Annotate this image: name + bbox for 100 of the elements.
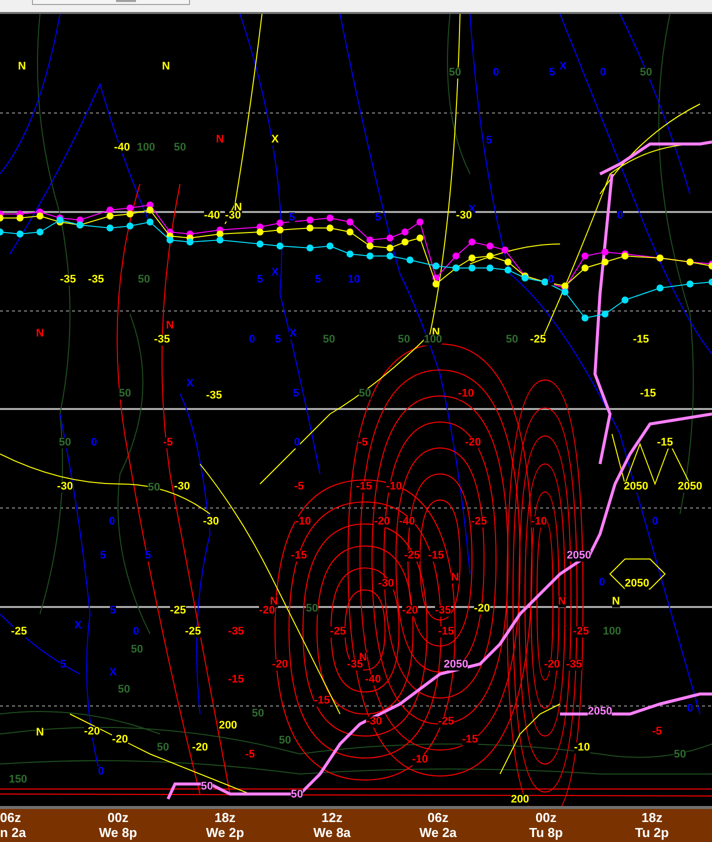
contour-label: -25 bbox=[11, 626, 27, 638]
contour-label: N bbox=[162, 62, 170, 72]
contour-label: 5 bbox=[314, 274, 322, 286]
contour-label: -15 bbox=[291, 550, 307, 562]
contour-label: X bbox=[109, 668, 117, 678]
contour-label: -20 bbox=[84, 726, 100, 738]
contour-label: 0 bbox=[686, 704, 694, 714]
contour-label: -35 bbox=[88, 274, 104, 286]
contour-label: 50 bbox=[506, 334, 518, 346]
contour-label: 50 bbox=[398, 334, 410, 346]
contour-label: -5 bbox=[245, 750, 255, 760]
contour-label: 100 bbox=[602, 626, 622, 638]
contour-label: 50 bbox=[200, 782, 214, 792]
contour-label: -30 bbox=[203, 516, 219, 528]
contour-label: 200 bbox=[218, 720, 238, 732]
time-label: 00z bbox=[536, 810, 556, 825]
contour-label: -15 bbox=[633, 334, 649, 346]
contour-label: N bbox=[451, 572, 459, 584]
contour-label: -40 bbox=[204, 210, 220, 222]
contour-label: 50 bbox=[130, 644, 144, 656]
contour-label: 50 bbox=[358, 388, 372, 400]
contour-label: -20 bbox=[112, 734, 128, 746]
contour-label: 2050 bbox=[624, 578, 650, 590]
contour-label: 50 bbox=[156, 742, 170, 754]
contour-label: 5 bbox=[100, 550, 106, 562]
contour-label: -35 bbox=[347, 660, 363, 670]
contour-label: -5 bbox=[163, 438, 173, 448]
contour-label: 2050 bbox=[566, 550, 592, 562]
contour-label: -25 bbox=[471, 516, 487, 528]
contour-label: 0 bbox=[98, 766, 104, 778]
contour-label: -20 bbox=[192, 742, 208, 754]
contour-label: 100 bbox=[136, 142, 156, 154]
contour-label: 0 bbox=[600, 68, 606, 78]
contour-label: 0 bbox=[90, 438, 98, 448]
contour-label: -5 bbox=[294, 482, 304, 492]
contour-label: -40 bbox=[114, 142, 130, 154]
contour-label: 50 bbox=[640, 68, 652, 78]
time-label: 18z bbox=[214, 810, 236, 825]
contour-label: -20 bbox=[465, 438, 481, 448]
contour-label: -15 bbox=[462, 734, 478, 746]
contour-label: 2050 bbox=[624, 482, 648, 492]
contour-label: X bbox=[271, 134, 279, 146]
contour-label: N bbox=[18, 62, 26, 72]
day-label: We 2p bbox=[206, 825, 244, 840]
contour-label: 5 bbox=[288, 212, 296, 224]
contour-label: -5 bbox=[358, 438, 368, 448]
contour-label: -30 bbox=[456, 210, 472, 222]
contour-label: -10 bbox=[574, 742, 590, 754]
contour-label: 10 bbox=[348, 274, 360, 286]
contour-label: 0 bbox=[598, 578, 606, 588]
contour-label: 5 bbox=[60, 660, 66, 670]
contour-label: -10 bbox=[412, 754, 428, 766]
day-label: Tu 8p bbox=[529, 825, 563, 840]
contour-label: 50 bbox=[448, 68, 462, 78]
contour-label: 2050 bbox=[444, 660, 468, 670]
contour-label: 0 bbox=[294, 438, 300, 448]
contour-label: 0 bbox=[652, 516, 658, 528]
contour-label: N bbox=[36, 728, 44, 738]
contour-label: 50 bbox=[278, 736, 292, 746]
contour-label: -5 bbox=[652, 726, 662, 738]
contour-label: X bbox=[559, 62, 567, 72]
contour-label: 5 bbox=[548, 68, 556, 78]
contour-label: -25 bbox=[438, 716, 454, 728]
contour-label: -30 bbox=[366, 716, 382, 728]
contour-label: X bbox=[271, 268, 279, 278]
contour-label: 5 bbox=[486, 136, 492, 146]
contour-label: 5 bbox=[292, 388, 300, 400]
contour-label: -35 bbox=[154, 334, 170, 346]
contour-label: -25 bbox=[170, 606, 186, 616]
contour-label: -20 bbox=[544, 660, 560, 670]
contour-label: 50 bbox=[252, 708, 264, 720]
time-label: 18z bbox=[642, 810, 662, 825]
contour-label: -15 bbox=[356, 482, 372, 492]
contour-label: 50 bbox=[174, 142, 186, 154]
day-label: We 8p bbox=[98, 825, 138, 840]
contour-label: 50 bbox=[306, 604, 318, 614]
contour-label: 0 bbox=[616, 210, 624, 222]
contour-label: -25 bbox=[404, 550, 420, 562]
contour-label: -25 bbox=[185, 626, 201, 638]
contour-label: -10 bbox=[386, 482, 402, 492]
contour-label: N bbox=[612, 596, 620, 608]
contour-label: -40 bbox=[399, 516, 415, 528]
contour-label: 5 bbox=[374, 212, 382, 224]
contour-label: X bbox=[186, 378, 194, 390]
scroll-handle[interactable] bbox=[116, 0, 136, 2]
contour-label: -40 bbox=[365, 674, 381, 686]
contour-label: X bbox=[74, 620, 82, 632]
time-label: 06z bbox=[0, 810, 21, 825]
contour-label: 200 bbox=[510, 794, 530, 806]
contour-label: -35 bbox=[566, 660, 582, 670]
contour-label: -15 bbox=[228, 674, 244, 686]
contour-label: -30 bbox=[174, 482, 190, 492]
contour-label: 50 bbox=[118, 388, 132, 400]
contour-label: X bbox=[289, 328, 297, 340]
contour-label: 50 bbox=[58, 438, 72, 448]
contour-label: 2050 bbox=[588, 706, 612, 718]
contour-label: N bbox=[558, 596, 566, 608]
contour-label: 50 bbox=[118, 684, 130, 696]
contour-label: 0 bbox=[132, 626, 140, 638]
contour-label: -10 bbox=[295, 516, 311, 528]
